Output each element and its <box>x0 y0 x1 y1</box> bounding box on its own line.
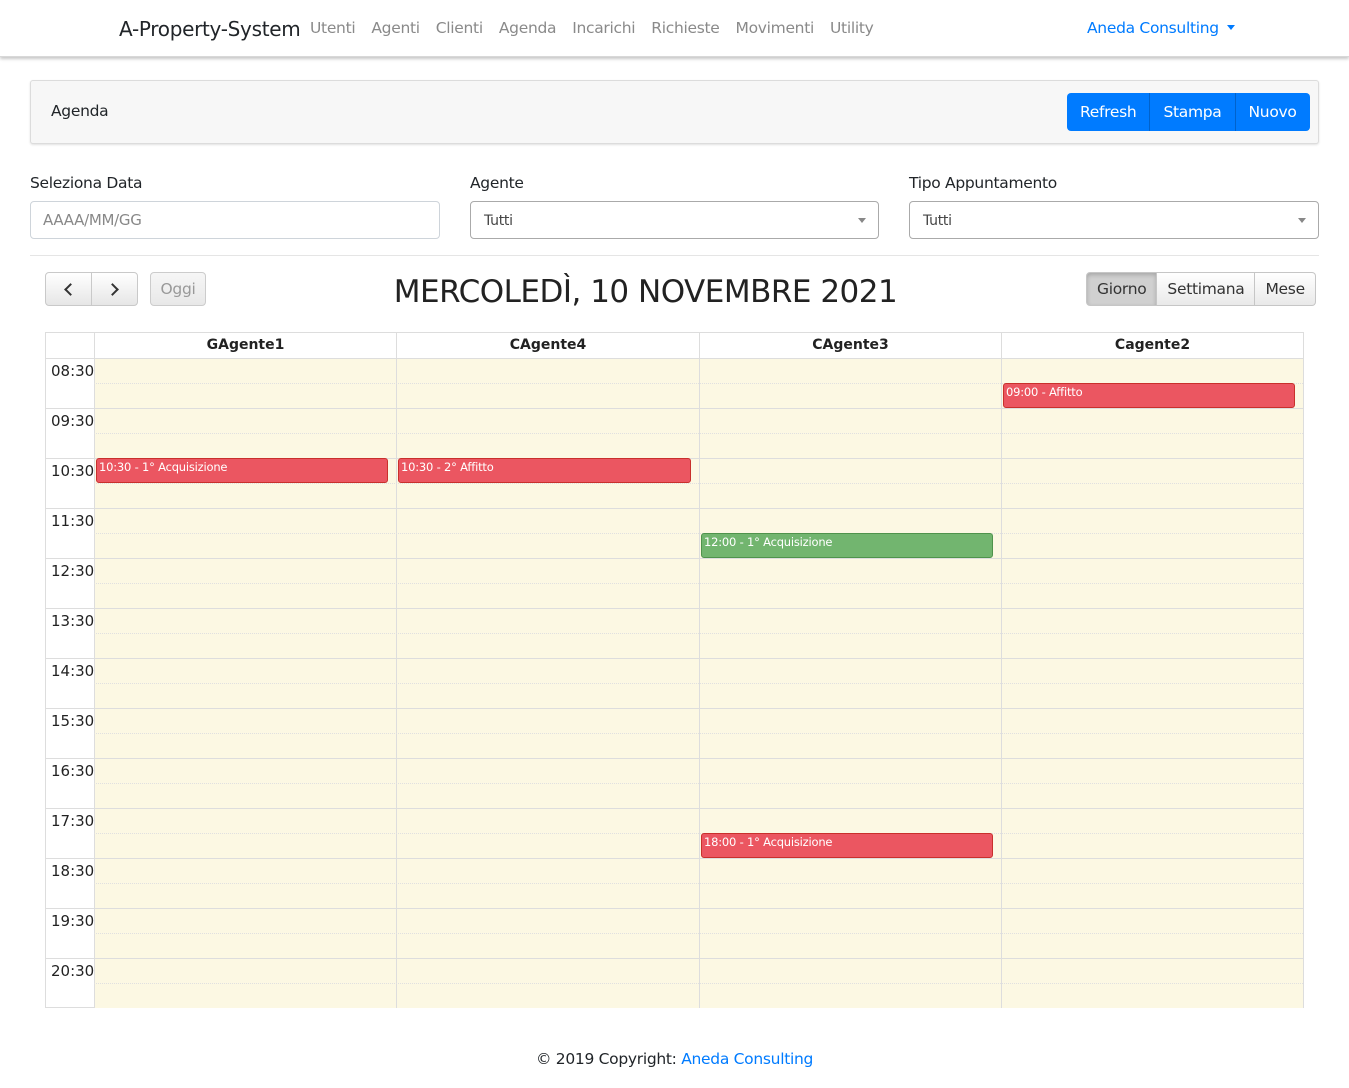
hour-gridline <box>46 908 1303 909</box>
time-label: 15:30 <box>51 712 95 730</box>
half-hour-gridline <box>94 783 1303 784</box>
view-day-button[interactable]: Giorno <box>1086 272 1158 306</box>
print-button[interactable]: Stampa <box>1149 93 1235 131</box>
nav-link-agenda[interactable]: Agenda <box>499 19 557 37</box>
hour-gridline <box>46 358 1303 359</box>
calendar-event[interactable]: 18:00 - 1° Acquisizione <box>701 833 993 858</box>
new-button[interactable]: Nuovo <box>1234 93 1310 131</box>
refresh-button[interactable]: Refresh <box>1067 93 1150 131</box>
time-label: 13:30 <box>51 612 95 630</box>
half-hour-gridline <box>94 483 1303 484</box>
user-menu-dropdown[interactable]: Aneda Consulting <box>1087 19 1235 37</box>
footer-company-link[interactable]: Aneda Consulting <box>681 1050 813 1068</box>
nav-link-clienti[interactable]: Clienti <box>436 19 483 37</box>
agenda-header-card: Agenda Refresh Stampa Nuovo <box>30 80 1319 144</box>
half-hour-gridline <box>94 633 1303 634</box>
agent-filter-label: Agente <box>470 174 524 192</box>
time-label: 09:30 <box>51 412 95 430</box>
nav-link-incarichi[interactable]: Incarichi <box>572 19 635 37</box>
time-label: 17:30 <box>51 812 95 830</box>
date-input[interactable]: AAAA/MM/GG <box>30 201 440 239</box>
time-label: 18:30 <box>51 862 95 880</box>
half-hour-gridline <box>94 583 1303 584</box>
date-filter-label: Seleziona Data <box>30 174 143 192</box>
dropdown-arrow-icon <box>858 218 866 223</box>
hour-gridline <box>46 558 1303 559</box>
hour-gridline <box>46 408 1303 409</box>
calendar-event[interactable]: 09:00 - Affitto <box>1003 383 1295 408</box>
nav-link-utenti[interactable]: Utenti <box>310 19 356 37</box>
time-label: 14:30 <box>51 662 95 680</box>
half-hour-gridline <box>94 683 1303 684</box>
view-switcher: Giorno Settimana Mese <box>1086 272 1316 306</box>
type-filter-label: Tipo Appuntamento <box>909 174 1057 192</box>
column-header-agent: GAgente1 <box>94 333 396 358</box>
time-label: 12:30 <box>51 562 95 580</box>
calendar-event[interactable]: 10:30 - 2° Affitto <box>398 458 691 483</box>
time-label: 08:30 <box>51 362 95 380</box>
calendar-event[interactable]: 12:00 - 1° Acquisizione <box>701 533 993 558</box>
nav-link-agenti[interactable]: Agenti <box>371 19 420 37</box>
top-navbar: A-Property-System Utenti Agenti Clienti … <box>0 0 1349 57</box>
calendar-grid: GAgente1 CAgente4 CAgente3 Cagente2 08:3… <box>45 332 1304 1008</box>
column-header-agent: CAgente3 <box>699 333 1001 358</box>
main-nav: Utenti Agenti Clienti Agenda Incarichi R… <box>302 19 882 37</box>
divider <box>30 255 1319 256</box>
user-menu-label: Aneda Consulting <box>1087 19 1219 37</box>
agent-select-value: Tutti <box>484 213 513 229</box>
appointment-type-select[interactable]: Tutti <box>909 201 1319 239</box>
column-header-agent: Cagente2 <box>1001 333 1303 358</box>
hour-gridline <box>46 608 1303 609</box>
view-month-button[interactable]: Mese <box>1255 272 1316 306</box>
column-header-agent: CAgente4 <box>396 333 699 358</box>
half-hour-gridline <box>94 983 1303 984</box>
time-label: 20:30 <box>51 962 95 980</box>
footer: © 2019 Copyright: Aneda Consulting <box>0 1050 1349 1068</box>
footer-copyright: © 2019 Copyright: <box>535 1050 682 1068</box>
time-label: 11:30 <box>51 512 95 530</box>
page-title: Agenda <box>51 102 109 120</box>
action-button-group: Refresh Stampa Nuovo <box>1067 93 1310 131</box>
time-slot-area[interactable]: 08:30 09:30 10:30 11:30 12:30 13:30 14:30 15:30… <box>46 358 1303 1008</box>
type-select-value: Tutti <box>923 213 952 229</box>
dropdown-arrow-icon <box>1298 218 1306 223</box>
half-hour-gridline <box>94 833 1303 834</box>
nav-link-movimenti[interactable]: Movimenti <box>736 19 815 37</box>
half-hour-gridline <box>94 433 1303 434</box>
hour-gridline <box>46 958 1303 959</box>
half-hour-gridline <box>94 533 1303 534</box>
hour-gridline <box>46 508 1303 509</box>
caret-down-icon <box>1226 25 1235 30</box>
time-label: 16:30 <box>51 762 95 780</box>
half-hour-gridline <box>94 883 1303 884</box>
hour-gridline <box>46 808 1303 809</box>
view-week-button[interactable]: Settimana <box>1157 272 1256 306</box>
calendar-event[interactable]: 10:30 - 1° Acquisizione <box>96 458 388 483</box>
hour-gridline <box>46 708 1303 709</box>
nav-link-richieste[interactable]: Richieste <box>651 19 720 37</box>
half-hour-gridline <box>94 933 1303 934</box>
hour-gridline <box>46 858 1303 859</box>
hour-gridline <box>46 658 1303 659</box>
brand-logo[interactable]: A-Property-System <box>119 17 301 41</box>
time-label: 10:30 <box>51 462 95 480</box>
half-hour-gridline <box>94 733 1303 734</box>
time-label: 19:30 <box>51 912 95 930</box>
agent-select[interactable]: Tutti <box>470 201 879 239</box>
nav-link-utility[interactable]: Utility <box>830 19 874 37</box>
hour-gridline <box>46 758 1303 759</box>
